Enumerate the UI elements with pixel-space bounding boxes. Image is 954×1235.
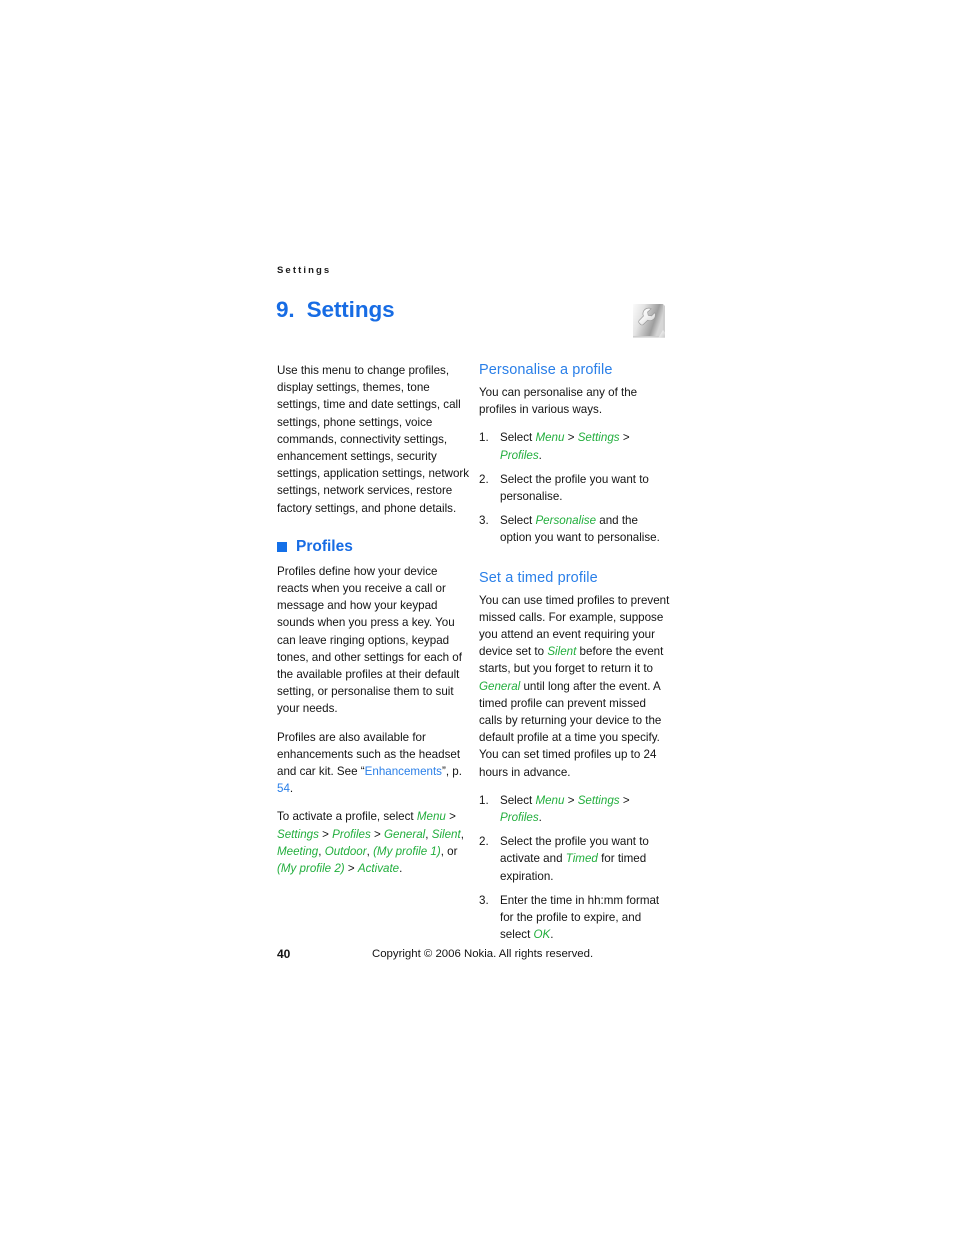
menu-separator: > — [564, 431, 578, 445]
list-item: Select Menu > Settings > Profiles. — [479, 429, 671, 463]
chapter-title-text: Settings — [306, 297, 395, 322]
menu-separator: > — [370, 827, 385, 841]
text-run: . — [289, 782, 294, 796]
page-title: 9. Settings — [276, 297, 395, 323]
menu-path-item: Meeting — [277, 844, 319, 858]
text-run: . — [550, 928, 554, 942]
right-column: Personalise a profile You can personalis… — [479, 362, 671, 943]
list-item: Select the profile you want to activate … — [479, 833, 671, 885]
text-run: Enter the time in hh:mm format for the p… — [500, 893, 660, 942]
section-heading-profiles: Profiles — [277, 538, 471, 556]
text-run: . — [538, 448, 542, 462]
menu-path-item: Menu — [535, 793, 565, 807]
personalise-step-list: Select Menu > Settings > Profiles. Selec… — [479, 429, 671, 546]
menu-path-item: Personalise — [535, 514, 597, 528]
section-heading-timed-profile: Set a timed profile — [479, 569, 598, 586]
text-run: until long after the event. A timed prof… — [479, 679, 662, 779]
list-item: Enter the time in hh:mm format for the p… — [479, 892, 671, 944]
menu-path-item: Profiles — [332, 827, 371, 841]
document-page: Settings 9. Settings Use this menu to ch… — [0, 0, 954, 1235]
list-item: Select Personalise and the option you wa… — [479, 512, 671, 546]
text-run: Select — [500, 431, 536, 445]
section-heading-personalise: Personalise a profile — [479, 362, 613, 378]
menu-path-item: Silent — [431, 827, 461, 841]
square-bullet-icon — [277, 541, 287, 552]
timed-paragraph-1: You can use timed profiles to prevent mi… — [479, 592, 671, 781]
menu-path-item: (My profile 2) — [277, 862, 345, 876]
menu-path-item: General — [384, 827, 426, 841]
page-number: 40 — [277, 947, 291, 961]
menu-path-item: Settings — [277, 827, 319, 841]
intro-paragraph: Use this menu to change profiles, displa… — [277, 364, 470, 515]
copyright-notice: Copyright © 2006 Nokia. All rights reser… — [372, 948, 594, 960]
profiles-paragraph-1: Profiles define how your device reacts w… — [277, 564, 462, 716]
left-column: Use this menu to change profiles, displa… — [277, 362, 471, 877]
menu-path-item: Settings — [577, 431, 620, 445]
text-run: Select the profile you want to personali… — [500, 472, 649, 504]
list-item: Select Menu > Settings > Profiles. — [479, 792, 671, 826]
menu-separator: > — [564, 793, 578, 807]
wrench-icon — [632, 303, 666, 340]
menu-separator: > — [619, 431, 630, 445]
text-run: Select — [500, 793, 536, 807]
text-run: ”, p. — [441, 765, 462, 779]
menu-path-item: Menu — [535, 431, 565, 445]
profiles-paragraph-3: To activate a profile, select Menu > Set… — [277, 808, 471, 877]
enhancements-cross-reference-link[interactable]: Enhancements — [365, 765, 442, 778]
menu-separator: > — [445, 810, 456, 824]
text-run: Select — [500, 514, 536, 528]
menu-path-item: OK — [533, 928, 551, 942]
menu-path-item: General — [479, 679, 521, 693]
menu-path-item: Timed — [565, 852, 598, 866]
page-reference-link[interactable]: 54 — [277, 782, 290, 795]
menu-separator: > — [318, 827, 333, 841]
text-run: . — [538, 811, 542, 825]
menu-separator: > — [619, 793, 630, 807]
menu-path-item: Menu — [416, 810, 446, 824]
timed-step-list: Select Menu > Settings > Profiles. Selec… — [479, 792, 671, 944]
chapter-number: 9. — [276, 297, 295, 322]
text-run: , — [460, 827, 464, 841]
running-header: Settings — [277, 265, 332, 276]
text-run: To activate a profile, select — [277, 810, 417, 824]
menu-path-item: (My profile 1) — [373, 844, 441, 858]
text-run: , or — [440, 844, 458, 858]
profiles-paragraph-2: Profiles are also available for enhancem… — [277, 729, 471, 798]
menu-path-item: Activate — [357, 862, 400, 876]
menu-path-item: Outdoor — [324, 844, 367, 858]
menu-separator: > — [344, 862, 358, 876]
menu-path-item: Settings — [577, 793, 620, 807]
menu-path-item: Silent — [547, 645, 577, 659]
text-run: . — [399, 862, 403, 876]
menu-path-item: Profiles — [500, 811, 539, 825]
personalise-intro: You can personalise any of the profiles … — [479, 386, 638, 417]
menu-path-item: Profiles — [500, 448, 539, 462]
list-item: Select the profile you want to personali… — [479, 471, 671, 505]
section-heading-profiles-label: Profiles — [296, 537, 353, 555]
